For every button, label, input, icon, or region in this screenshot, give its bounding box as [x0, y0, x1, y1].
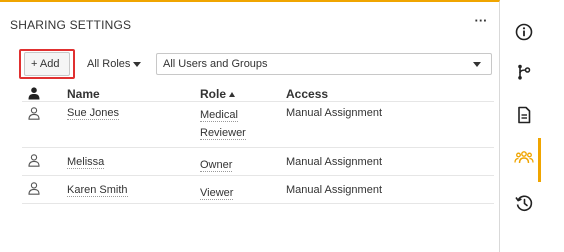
- column-header-role-label: Role: [200, 87, 227, 101]
- role-line: Owner: [200, 159, 233, 172]
- table-header: Name Role Access: [22, 86, 494, 102]
- role-line: Reviewer: [200, 127, 246, 140]
- role-line: Viewer: [200, 187, 234, 200]
- active-tab-indicator: [538, 138, 541, 182]
- role-line: Medical: [200, 109, 238, 122]
- more-options-button[interactable]: ···: [470, 14, 492, 33]
- roles-filter-dropdown[interactable]: All Roles: [80, 52, 150, 76]
- panel-header: SHARING SETTINGS ···: [10, 14, 492, 34]
- table-row: Karen Smith Viewer Manual Assignment: [22, 176, 494, 204]
- add-button-label: + Add: [31, 58, 60, 70]
- sharing-table: Name Role Access Sue Jones Medical Revie…: [22, 86, 494, 204]
- table-row: Sue Jones Medical Reviewer Manual Assign…: [22, 102, 494, 148]
- panel-title: SHARING SETTINGS: [10, 18, 132, 32]
- user-name-link[interactable]: Karen Smith: [67, 184, 128, 197]
- user-outline-icon: [28, 154, 40, 167]
- sort-ascending-icon: [229, 92, 236, 98]
- access-cell: Manual Assignment: [286, 107, 382, 119]
- workflow-icon[interactable]: [514, 62, 534, 82]
- users-groups-select-value: All Users and Groups: [163, 58, 268, 70]
- column-header-access[interactable]: Access: [286, 87, 328, 101]
- chevron-down-icon: [473, 62, 481, 67]
- users-icon[interactable]: [514, 148, 534, 168]
- access-cell: Manual Assignment: [286, 184, 382, 196]
- user-name-link[interactable]: Melissa: [67, 156, 105, 169]
- user-outline-icon: [28, 182, 40, 195]
- info-icon[interactable]: [514, 22, 534, 42]
- access-cell: Manual Assignment: [286, 156, 382, 168]
- roles-filter-label: All Roles: [87, 58, 131, 70]
- column-header-role[interactable]: Role: [200, 87, 236, 101]
- users-groups-select[interactable]: All Users and Groups: [156, 53, 492, 75]
- user-filled-icon: [28, 87, 40, 100]
- sharing-settings-panel: SHARING SETTINGS ··· + Add All Roles All…: [0, 0, 500, 252]
- column-header-name[interactable]: Name: [67, 87, 100, 101]
- role-cell[interactable]: Viewer: [200, 184, 234, 202]
- role-cell[interactable]: Medical Reviewer: [200, 106, 246, 142]
- add-button[interactable]: + Add: [24, 52, 70, 76]
- role-cell[interactable]: Owner: [200, 156, 233, 174]
- chevron-down-icon: [133, 61, 142, 67]
- toolbar: + Add All Roles All Users and Groups: [19, 49, 494, 79]
- right-sidebar: [500, 0, 564, 252]
- table-row: Melissa Owner Manual Assignment: [22, 148, 494, 176]
- user-outline-icon: [28, 107, 40, 120]
- user-name-link[interactable]: Sue Jones: [67, 107, 119, 120]
- document-icon[interactable]: [514, 105, 534, 125]
- history-icon[interactable]: [514, 193, 534, 213]
